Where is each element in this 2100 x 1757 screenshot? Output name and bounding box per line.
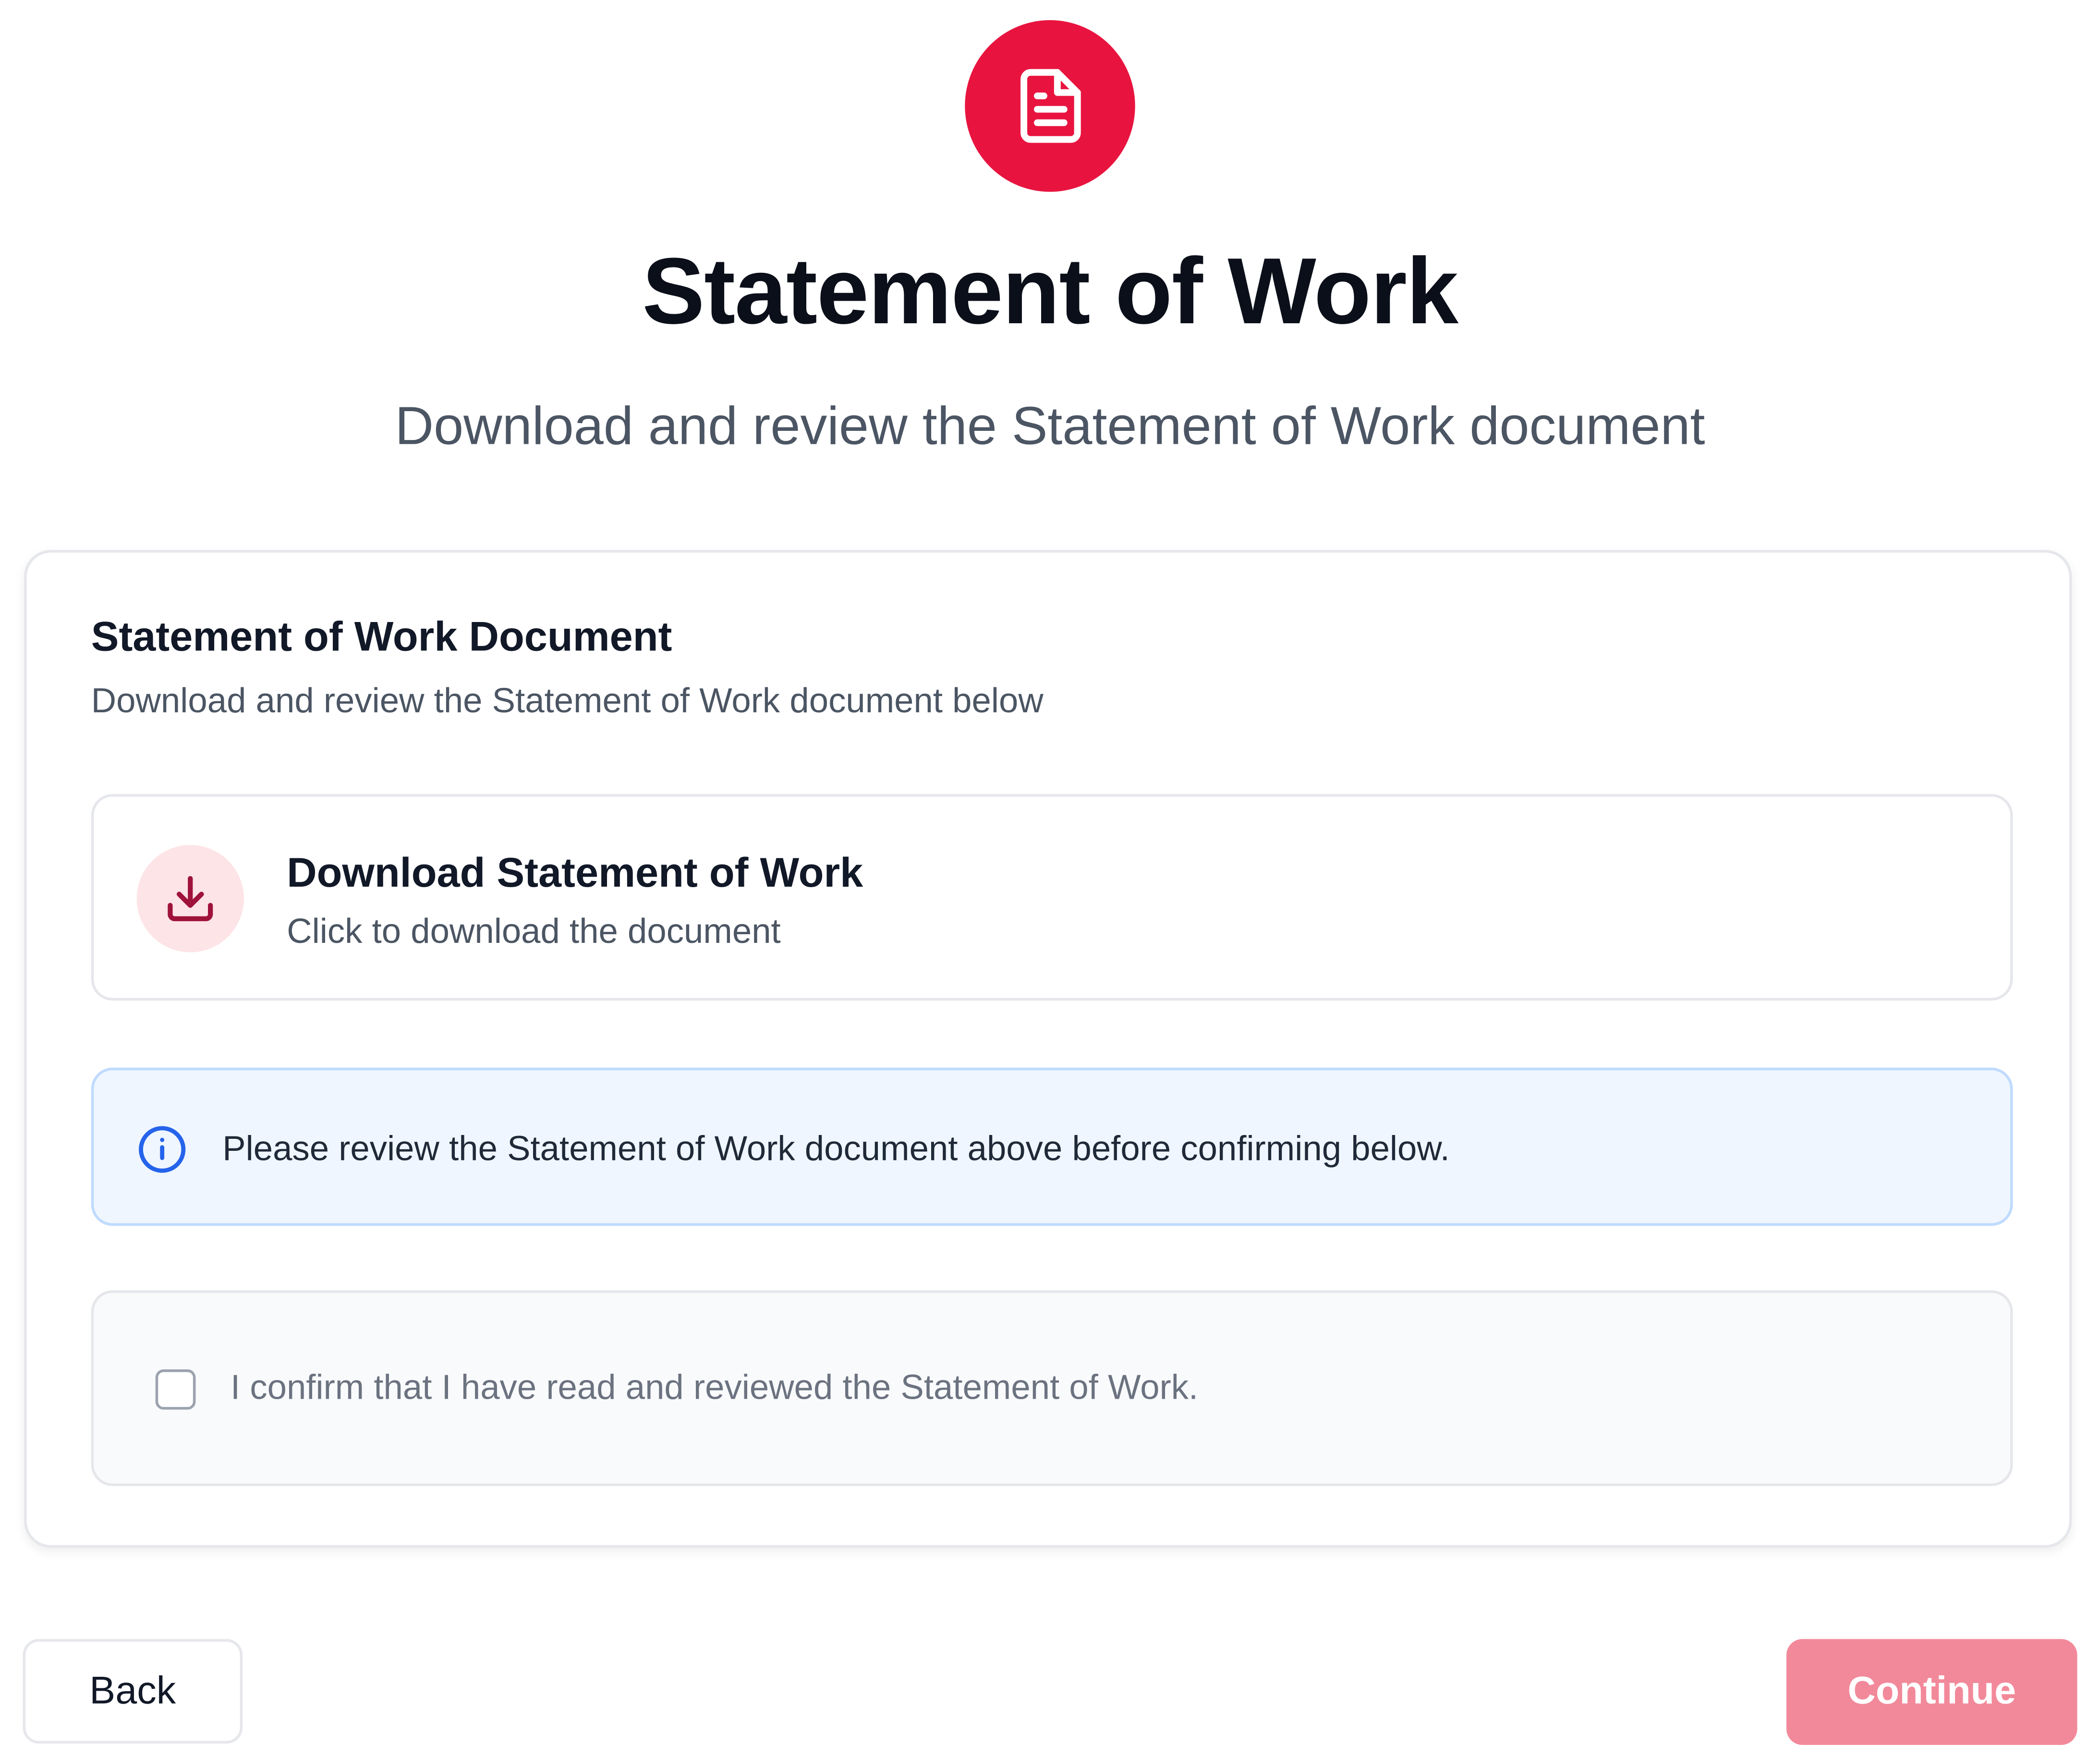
download-sow-button[interactable]: Download Statement of Work Click to down… bbox=[91, 794, 2013, 1001]
card-description: Download and review the Statement of Wor… bbox=[91, 680, 1044, 720]
page-subtitle: Download and review the Statement of Wor… bbox=[395, 397, 1705, 456]
download-icon bbox=[136, 845, 244, 952]
page-title: Statement of Work bbox=[642, 239, 1458, 343]
info-alert: Please review the Statement of Work docu… bbox=[91, 1067, 2013, 1226]
continue-button[interactable]: Continue bbox=[1786, 1639, 2077, 1745]
document-icon bbox=[965, 20, 1135, 192]
info-text: Please review the Statement of Work docu… bbox=[222, 1128, 1450, 1169]
back-button[interactable]: Back bbox=[23, 1639, 243, 1744]
sow-card: Statement of Work Document Download and … bbox=[24, 549, 2072, 1548]
download-title: Download Statement of Work bbox=[287, 849, 863, 896]
confirm-label[interactable]: I confirm that I have read and reviewed … bbox=[231, 1366, 1198, 1408]
info-icon bbox=[139, 1126, 186, 1173]
confirm-section: I confirm that I have read and reviewed … bbox=[91, 1290, 2013, 1486]
download-subtitle: Click to download the document bbox=[287, 911, 781, 951]
confirm-checkbox[interactable] bbox=[155, 1369, 196, 1410]
card-title: Statement of Work Document bbox=[91, 613, 672, 660]
page: Statement of Work Download and review th… bbox=[0, 0, 2100, 1757]
